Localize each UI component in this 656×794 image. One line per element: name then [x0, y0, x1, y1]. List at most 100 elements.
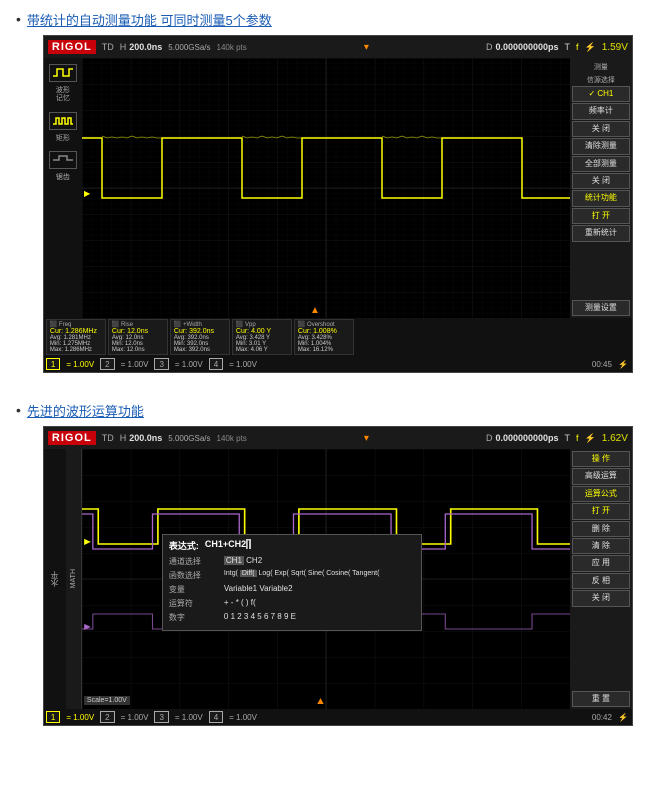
sample-pts2: 140k pts [217, 434, 247, 443]
svg-text:▶: ▶ [84, 536, 91, 546]
ch1-indicator1: f [576, 42, 579, 52]
ch3-scale2: = 1.00V [175, 713, 203, 722]
popup-title-row: 表达式: CH1+CH2| [169, 539, 415, 552]
popup-op-val: + - * ( ) f( [224, 598, 256, 607]
bullet1: • [16, 11, 21, 27]
sample-seg2: 5.000GSa/s [168, 434, 210, 443]
section1-title[interactable]: 带统计的自动测量功能 可同时测量5个参数 [27, 10, 633, 29]
sidebar-freq-off1[interactable]: 关 闭 [572, 121, 630, 137]
sidebar-adv-op2[interactable]: 高级运算 [572, 468, 630, 484]
scope1-measurements: ⬛ Freq Cur: 1.286MHz Avg: 1.281MHz Min: … [44, 318, 632, 356]
meas-width: ⬛ +Width Cur: 392.0ns Avg: 392.0ns Min: … [170, 319, 230, 355]
sidebar-stat-on1[interactable]: 打 开 [572, 208, 630, 224]
popup-func-val: Intg( Diff( Log( Exp( Sqrt( Sine( Cosine… [224, 570, 380, 577]
ch1-badge2: 1 [46, 711, 60, 723]
scope1-topbar: RIGOL TD H 200.0ns 5.000GSa/s 140k pts ▾ [44, 36, 632, 58]
scope2-grid: ▶ ▶ ▲ 表达式: CH1+CH2| 通道选择 [82, 449, 570, 709]
trig-label2: D [486, 433, 493, 443]
trig-icon1: T [565, 42, 571, 52]
ch3-badge2: 3 [154, 711, 168, 723]
scope1-left: 波形记忆 矩形 锯齿 [44, 58, 82, 318]
sidebar-stat-func1[interactable]: 统计功能 [572, 190, 630, 206]
popup-func-label: 函数选择 [169, 570, 224, 581]
scope1-sidebar[interactable]: 测量 信源选择 ✓ CH1 频率计 关 闭 清除测量 全部测量 关 闭 统计功能… [570, 58, 632, 318]
ch3-badge1: 3 [154, 358, 168, 370]
math-scale-label: Scale=1.00V [84, 696, 130, 705]
ch4-badge1: 4 [209, 358, 223, 370]
timebase-seg2: H 200.0ns [120, 433, 163, 443]
waveform-label1: 波形记忆 [56, 87, 70, 104]
trigger-seg2: D 0.000000000ps [486, 433, 559, 443]
ch2-badge2: 2 [100, 711, 114, 723]
meas-rise: ⬛ Rise Cur: 12.0ns Avg: 12.0ns Min: 12.0… [108, 319, 168, 355]
scope1-time: 00:45 [592, 360, 612, 369]
scope2: RIGOL TD H 200.0ns 5.000GSa/s 140k pts ▾… [43, 426, 633, 726]
meas-freq: ⬛ Freq Cur: 1.286MHz Avg: 1.281MHz Min: … [46, 319, 106, 355]
sidebar-all-meas1[interactable]: 全部测量 [572, 156, 630, 172]
scope1-main: 波形记忆 矩形 锯齿 [44, 58, 632, 318]
section2-title[interactable]: 先进的波形运算功能 [27, 401, 633, 420]
sidebar-source-label1: 信源选择 [572, 75, 630, 85]
scope2-left-label: 水平 [49, 571, 60, 587]
tb-val2: 200.0ns [129, 433, 162, 443]
power-icon2: ⚡ [618, 713, 628, 722]
sidebar-ch1-btn1[interactable]: ✓ CH1 [572, 86, 630, 102]
sidebar-delete2[interactable]: 删 除 [572, 521, 630, 537]
ch3-icon [49, 151, 77, 169]
popup-ch-label: 通道选择 [169, 556, 224, 567]
bullet2: • [16, 402, 21, 418]
math-scale-text: Scale=1.00V [87, 697, 127, 704]
tb-label1: H [120, 42, 127, 52]
sample-pts1: 140k pts [217, 43, 247, 52]
sidebar-invert2[interactable]: 反 相 [572, 573, 630, 589]
scope1: RIGOL TD H 200.0ns 5.000GSa/s 140k pts ▾ [43, 35, 633, 373]
mode-label2: TD [102, 433, 114, 443]
voltage2: 1.62V [602, 433, 628, 444]
sidebar-restat1[interactable]: 重新统计 [572, 225, 630, 241]
ch1-indicator2: f [576, 433, 579, 443]
sidebar-reset2[interactable]: 重 置 [572, 691, 630, 707]
sidebar-clear2[interactable]: 清 除 [572, 538, 630, 554]
scope2-topbar: RIGOL TD H 200.0ns 5.000GSa/s 140k pts ▾… [44, 427, 632, 449]
sidebar-all-off1[interactable]: 关 闭 [572, 173, 630, 189]
ch2-scale2: = 1.00V [121, 713, 149, 722]
math-label-text: MATH [70, 569, 77, 588]
trigger-seg1: D 0.000000000ps [486, 42, 559, 52]
popup-var-val: Variable1 Variable2 [224, 584, 293, 593]
sidebar-invert-off2[interactable]: 关 闭 [572, 590, 630, 606]
sidebar-formula-on2[interactable]: 打 开 [572, 503, 630, 519]
sidebar-meas-set1[interactable]: 测量设置 [572, 300, 630, 316]
trig-val1: 0.000000000ps [495, 42, 558, 52]
ch1-scale1: = 1.00V [66, 360, 94, 369]
ch3-scale1: = 1.00V [175, 360, 203, 369]
popup-ch-val: CH1 CH2 [224, 556, 262, 565]
popup-row-channel: 通道选择 CH1 CH2 [169, 556, 415, 567]
popup-title-val: CH1+CH2| [205, 539, 251, 552]
sample-rate2: 5.000GSa/s [168, 434, 210, 443]
scope2-math-label: MATH [66, 449, 82, 709]
lightning1: ⚡ [585, 42, 596, 53]
rigol-logo1: RIGOL [48, 40, 96, 54]
ch4-badge2: 4 [209, 711, 223, 723]
trig-label1: D [486, 42, 493, 52]
section1: • 带统计的自动测量功能 可同时测量5个参数 RIGOL TD H 200.0n… [16, 10, 640, 391]
sidebar-freq-btn1[interactable]: 频率计 [572, 103, 630, 119]
power-icon1: ⚡ [618, 360, 628, 369]
mode-label1: TD [102, 42, 114, 52]
scope2-sidebar[interactable]: 操 作 高级运算 运算公式 打 开 删 除 清 除 应 用 反 相 关 闭 重 … [570, 449, 632, 709]
mode-seg1: TD [102, 42, 114, 52]
sidebar-formula2[interactable]: 运算公式 [572, 486, 630, 502]
popup-num-val: 0 1 2 3 4 5 6 7 8 9 E [224, 612, 296, 621]
trigger-marker1: ▾ [253, 42, 480, 53]
trigger-marker2: ▾ [253, 433, 480, 444]
ch2-label-left1: 锯齿 [56, 174, 70, 182]
popup-row-func: 函数选择 Intg( Diff( Log( Exp( Sqrt( Sine( C… [169, 570, 415, 581]
sidebar-clear-meas1[interactable]: 清除测量 [572, 138, 630, 154]
popup-op-label: 运算符 [169, 598, 224, 609]
sidebar-apply2[interactable]: 应 用 [572, 555, 630, 571]
tb-label2: H [120, 433, 127, 443]
trig-val2: 0.000000000ps [495, 433, 558, 443]
tb-val1: 200.0ns [129, 42, 162, 52]
rigol-logo2: RIGOL [48, 431, 96, 445]
sidebar-op-btn2[interactable]: 操 作 [572, 451, 630, 467]
